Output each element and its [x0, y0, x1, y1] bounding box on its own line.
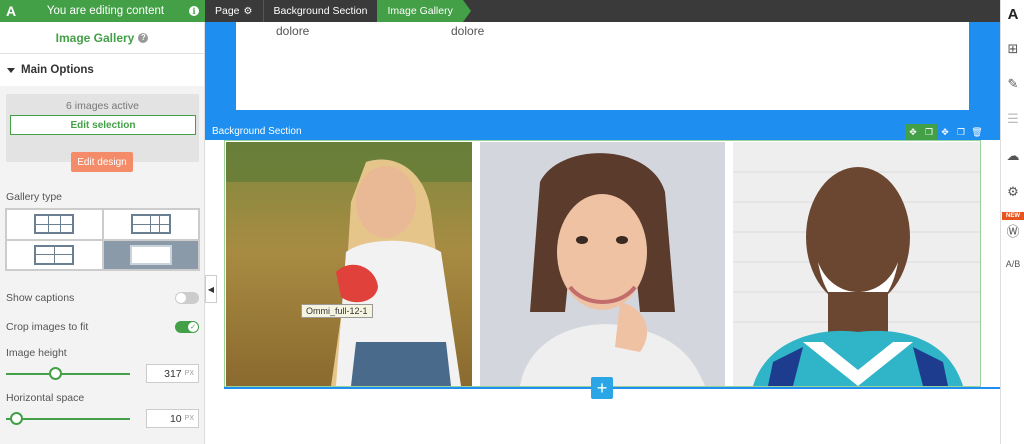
- main-options-label: Main Options: [21, 64, 94, 76]
- section-move-icon[interactable]: ✥: [937, 124, 953, 140]
- image-height-unit: PX: [184, 370, 194, 377]
- toggle-knob: [176, 293, 186, 303]
- horizontal-space-input[interactable]: 10 PX: [146, 409, 199, 428]
- breadcrumb-page[interactable]: Page ⚙: [205, 0, 263, 22]
- settings-panel: Image Gallery ? Main Options 6 images ac…: [0, 22, 205, 444]
- collapse-panel-button[interactable]: ◀: [205, 275, 217, 303]
- horizontal-space-unit: PX: [184, 415, 194, 422]
- top-bar: A You are editing content i Page ⚙ Backg…: [0, 0, 1000, 22]
- show-captions-toggle[interactable]: [175, 292, 199, 304]
- image-height-input[interactable]: 317 PX: [146, 364, 199, 383]
- content-box: dolore dolore: [236, 22, 969, 110]
- rows-layout-icon: [130, 214, 171, 235]
- breadcrumb-image-gallery[interactable]: Image Gallery: [377, 0, 472, 22]
- active-count: 6 images active: [66, 100, 139, 112]
- gear-icon[interactable]: ⚙: [244, 6, 253, 17]
- masonry-layout-icon: [34, 244, 75, 265]
- move-icon[interactable]: ✥: [905, 124, 921, 140]
- image-tooltip: Ommi_full-12-1: [301, 304, 373, 318]
- app-logo[interactable]: A: [0, 0, 22, 22]
- text-dolore-1: dolore: [276, 24, 310, 38]
- horizontal-space-slider-handle[interactable]: [10, 412, 23, 425]
- wordpress-icon[interactable]: Ⓦ: [1001, 218, 1024, 242]
- horizontal-space-slider[interactable]: [6, 418, 130, 420]
- gallery-type-masonry[interactable]: [6, 239, 103, 270]
- gallery-type-rows[interactable]: [102, 209, 199, 240]
- main-options-header[interactable]: Main Options: [0, 54, 204, 86]
- gallery-image-3[interactable]: [733, 142, 980, 386]
- background-section-label[interactable]: Background Section: [207, 124, 307, 139]
- ab-test-icon[interactable]: A/B: [1001, 252, 1024, 276]
- gallery-type-picker: [5, 208, 200, 271]
- crop-images-toggle[interactable]: ✓: [175, 321, 199, 333]
- breadcrumb-section-label: Background Section: [273, 5, 368, 17]
- delete-icon[interactable]: 🗑: [969, 124, 985, 140]
- gallery-type-grid[interactable]: [6, 209, 103, 240]
- image-height-slider[interactable]: [6, 373, 130, 375]
- editing-banner: A You are editing content i: [0, 0, 205, 22]
- image-height-value: 317: [164, 367, 182, 380]
- right-rail: A ⊞ ✎ ☰ ☁ ⚙ NEW Ⓦ A/B: [1000, 0, 1024, 444]
- gallery-type-slider[interactable]: [102, 239, 199, 270]
- add-icon[interactable]: ⊞: [1001, 37, 1024, 61]
- image-height-slider-handle[interactable]: [49, 367, 62, 380]
- page-canvas: dolore dolore Background Section ✥ ❐ ✥ ❐…: [205, 22, 1000, 444]
- gallery-image-2[interactable]: [480, 142, 725, 386]
- check-icon: ✓: [188, 322, 198, 332]
- duplicate-icon[interactable]: ❐: [921, 124, 937, 140]
- crop-images-label: Crop images to fit: [6, 321, 89, 333]
- horizontal-space-value: 10: [169, 412, 182, 425]
- edit-selection-button[interactable]: Edit selection: [10, 115, 196, 135]
- rail-logo[interactable]: A: [1001, 2, 1024, 26]
- show-captions-label: Show captions: [6, 292, 75, 304]
- panel-title: Image Gallery ?: [0, 22, 204, 54]
- edit-design-button[interactable]: Edit design: [71, 152, 133, 172]
- editing-status-text: You are editing content: [46, 5, 165, 17]
- settings-icon[interactable]: ⚙: [1001, 180, 1024, 204]
- caret-down-icon: [7, 67, 15, 73]
- cloud-download-icon[interactable]: ☁: [1001, 144, 1024, 168]
- breadcrumb-gallery-label: Image Gallery: [387, 5, 453, 17]
- brush-icon[interactable]: ✎: [1001, 72, 1024, 96]
- section-duplicate-icon[interactable]: ❐: [953, 124, 969, 140]
- sliders-icon[interactable]: ☰: [1001, 107, 1024, 131]
- element-toolbar: ✥ ❐ ✥ ❐ 🗑: [905, 124, 985, 140]
- text-dolore-2: dolore: [451, 24, 485, 38]
- image-height-label: Image height: [6, 347, 67, 359]
- add-element-button[interactable]: +: [591, 377, 613, 399]
- horizontal-space-label: Horizontal space: [6, 392, 85, 404]
- gallery-image-1[interactable]: [226, 142, 472, 386]
- breadcrumb: Page ⚙ Background Section Image Gallery: [205, 0, 472, 22]
- info-icon[interactable]: i: [189, 6, 199, 16]
- breadcrumb-background-section[interactable]: Background Section: [262, 0, 378, 22]
- gallery-type-label: Gallery type: [6, 191, 63, 203]
- grid-layout-icon: [34, 214, 75, 235]
- breadcrumb-page-label: Page: [215, 5, 240, 17]
- panel-title-text: Image Gallery: [55, 30, 135, 45]
- slider-layout-icon: [129, 244, 172, 265]
- help-icon[interactable]: ?: [138, 32, 149, 43]
